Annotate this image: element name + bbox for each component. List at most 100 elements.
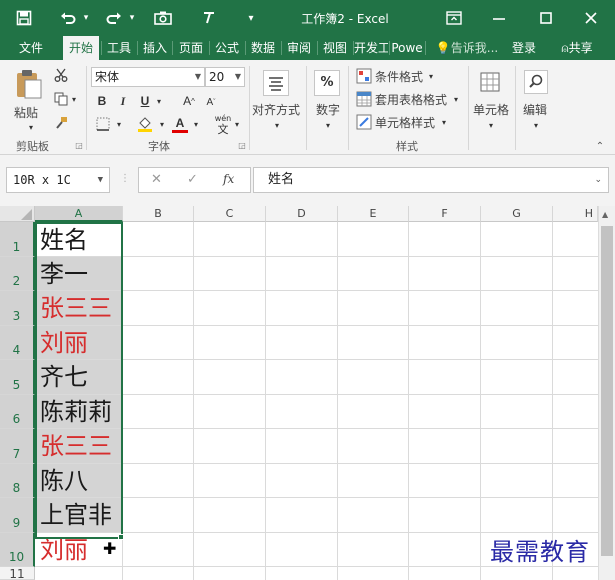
- alignment-label[interactable]: 对齐方式: [252, 101, 300, 118]
- phonetic-dropdown-icon[interactable]: ▾: [233, 119, 241, 129]
- format-as-table-dropdown-icon[interactable]: ▾: [452, 94, 460, 104]
- cell-a8[interactable]: 陈八: [36, 464, 122, 497]
- collapse-ribbon-icon[interactable]: ⌃: [594, 140, 606, 152]
- name-box[interactable]: 10R x 1C ▼: [6, 167, 110, 193]
- phonetic-guide-button[interactable]: wén 文: [212, 112, 234, 136]
- tab-view[interactable]: 视图: [318, 36, 352, 60]
- grow-font-button[interactable]: A ^: [180, 91, 198, 111]
- tab-review[interactable]: 审阅: [282, 36, 316, 60]
- select-all-corner[interactable]: [0, 206, 35, 222]
- format-as-table-icon[interactable]: [356, 91, 372, 107]
- column-header-g[interactable]: G: [481, 206, 553, 222]
- row-header-1[interactable]: 1: [0, 222, 35, 257]
- minimize-icon[interactable]: [488, 8, 510, 28]
- save-icon[interactable]: [14, 8, 34, 28]
- font-name-select[interactable]: 宋体 ▼: [91, 67, 205, 87]
- font-size-select[interactable]: 20 ▼: [205, 67, 245, 87]
- tab-formulas[interactable]: 公式: [210, 36, 244, 60]
- row-header-4[interactable]: 4: [0, 326, 35, 360]
- chevron-down-icon[interactable]: ▼: [98, 168, 103, 192]
- conditional-formatting-icon[interactable]: [356, 68, 372, 84]
- clipboard-launcher-icon[interactable]: ◲: [74, 140, 84, 150]
- copy-dropdown-icon[interactable]: ▾: [70, 94, 78, 104]
- share-button[interactable]: ⍝共享: [551, 36, 603, 60]
- italic-button[interactable]: I: [114, 91, 132, 111]
- column-header-h[interactable]: H: [553, 206, 598, 222]
- cancel-icon[interactable]: ✕: [151, 172, 162, 187]
- cell-a2[interactable]: 李一: [36, 257, 122, 290]
- tab-power[interactable]: Powe: [390, 36, 424, 60]
- formula-input[interactable]: 姓名 ⌄: [253, 167, 609, 193]
- redo-icon[interactable]: [104, 8, 124, 28]
- font-launcher-icon[interactable]: ◲: [237, 140, 247, 150]
- borders-dropdown-icon[interactable]: ▾: [115, 119, 123, 129]
- splitter-handle-icon[interactable]: ⋮: [120, 173, 130, 184]
- redo-dropdown-icon[interactable]: ▾: [126, 8, 138, 28]
- scroll-up-icon[interactable]: ▲: [602, 210, 608, 219]
- underline-dropdown-icon[interactable]: ▾: [155, 96, 163, 106]
- customize-toolbar-icon[interactable]: ▾: [244, 8, 258, 28]
- cell-styles-dropdown-icon[interactable]: ▾: [440, 117, 448, 127]
- maximize-icon[interactable]: [535, 8, 557, 28]
- cells-label[interactable]: 单元格: [473, 101, 509, 118]
- close-icon[interactable]: [580, 8, 602, 28]
- number-label[interactable]: 数字: [316, 101, 340, 118]
- scrollbar-thumb[interactable]: [601, 226, 613, 556]
- paste-icon[interactable]: [14, 68, 44, 100]
- paste-dropdown-icon[interactable]: ▾: [26, 122, 36, 132]
- editing-label[interactable]: 编辑: [523, 101, 547, 118]
- fill-color-icon[interactable]: [134, 114, 156, 134]
- tab-file[interactable]: 文件: [13, 36, 49, 60]
- undo-icon[interactable]: [58, 8, 78, 28]
- tab-insert[interactable]: 插入: [138, 36, 172, 60]
- enter-icon[interactable]: ✓: [187, 172, 198, 187]
- cell-a9[interactable]: 上官非: [36, 498, 122, 532]
- fill-color-dropdown-icon[interactable]: ▾: [158, 119, 166, 129]
- conditional-formatting-dropdown-icon[interactable]: ▾: [427, 71, 435, 81]
- font-color-dropdown-icon[interactable]: ▾: [192, 119, 200, 129]
- touch-mode-icon[interactable]: [198, 8, 220, 28]
- ribbon-display-options-icon[interactable]: [443, 8, 465, 28]
- column-header-c[interactable]: C: [194, 206, 266, 222]
- row-header-9[interactable]: 9: [0, 498, 35, 533]
- bold-button[interactable]: B: [93, 91, 111, 111]
- tab-home[interactable]: 开始: [63, 36, 99, 60]
- cell-a7[interactable]: 张三三: [36, 429, 122, 463]
- column-header-a[interactable]: A: [35, 206, 123, 222]
- insert-function-icon[interactable]: fx: [223, 172, 234, 186]
- column-header-e[interactable]: E: [338, 206, 409, 222]
- cell-a5[interactable]: 齐七: [36, 360, 122, 394]
- cells-dropdown-icon[interactable]: ▾: [486, 120, 496, 130]
- camera-icon[interactable]: [152, 8, 174, 28]
- row-header-5[interactable]: 5: [0, 360, 35, 395]
- row-header-3[interactable]: 3: [0, 291, 35, 326]
- tab-tools[interactable]: 工具: [102, 36, 136, 60]
- cell-a1[interactable]: 姓名: [36, 223, 122, 256]
- number-dropdown-icon[interactable]: ▾: [323, 120, 333, 130]
- column-header-f[interactable]: F: [409, 206, 481, 222]
- font-color-icon[interactable]: A: [170, 114, 190, 134]
- cell-styles-button[interactable]: 单元格样式: [375, 114, 435, 131]
- vertical-scrollbar[interactable]: ▲: [598, 206, 615, 580]
- cell-styles-icon[interactable]: [356, 114, 372, 130]
- spreadsheet-grid[interactable]: A B C D E F G H 1 2 3 4 5 6 7 8 9 10 11 …: [0, 206, 615, 580]
- find-search-icon[interactable]: [524, 70, 548, 94]
- row-header-7[interactable]: 7: [0, 429, 35, 464]
- fill-handle[interactable]: [118, 534, 124, 540]
- cut-icon[interactable]: [52, 66, 70, 84]
- tab-page-layout[interactable]: 页面: [173, 36, 209, 60]
- alignment-icon[interactable]: [263, 70, 289, 96]
- paste-label[interactable]: 粘贴: [14, 104, 38, 121]
- column-header-d[interactable]: D: [266, 206, 338, 222]
- shrink-font-button[interactable]: Aˇ: [203, 93, 219, 111]
- conditional-formatting-button[interactable]: 条件格式: [375, 68, 423, 85]
- format-as-table-button[interactable]: 套用表格格式: [375, 91, 447, 108]
- row-header-11[interactable]: 11: [0, 567, 35, 580]
- cells-icon[interactable]: [478, 70, 502, 94]
- row-header-6[interactable]: 6: [0, 395, 35, 429]
- number-format-icon[interactable]: %: [314, 70, 340, 96]
- tab-developer[interactable]: 开发工: [354, 36, 388, 60]
- format-painter-icon[interactable]: [52, 114, 70, 132]
- row-header-8[interactable]: 8: [0, 464, 35, 498]
- editing-dropdown-icon[interactable]: ▾: [531, 120, 541, 130]
